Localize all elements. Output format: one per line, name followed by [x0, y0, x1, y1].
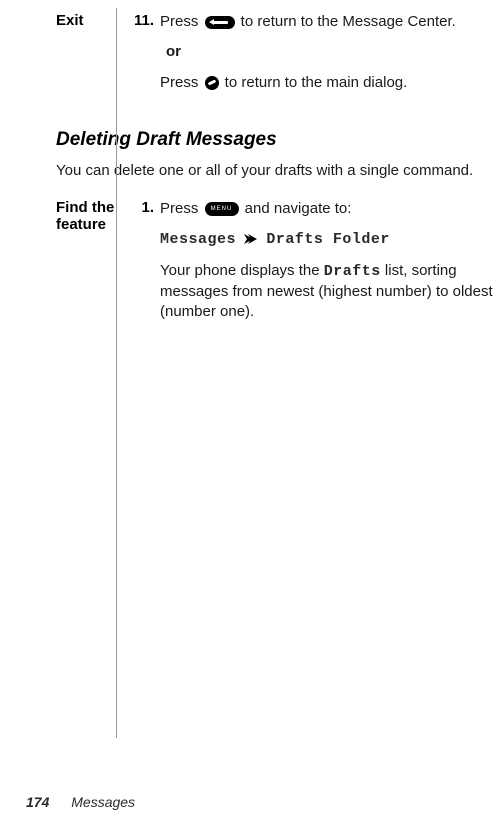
- find-body-a: Your phone displays the: [160, 262, 324, 279]
- vertical-rule: [116, 8, 117, 738]
- page-content: Exit 11. Press to return to the Message …: [0, 0, 504, 332]
- page-number: 174: [26, 794, 49, 810]
- step-number-1: 1.: [132, 199, 160, 332]
- find-line1a: Press: [160, 200, 203, 217]
- find-label-l2: feature: [56, 216, 106, 233]
- step-label-exit: Exit: [56, 12, 132, 103]
- step-label-find: Find the feature: [56, 199, 132, 332]
- step-text-find: Press MENU and navigate to: Messages Dra…: [160, 199, 504, 332]
- nav-path-drafts-folder: Drafts Folder: [266, 231, 390, 248]
- step-exit: Exit 11. Press to return to the Message …: [56, 12, 504, 103]
- step-number-11: 11.: [132, 12, 160, 103]
- find-nav-path: Messages Drafts Folder: [160, 229, 504, 250]
- menu-key-icon: MENU: [205, 202, 239, 216]
- back-key-icon: [205, 16, 235, 29]
- chevron-right-icon: [244, 234, 258, 244]
- exit-line1b: to return to the Message Center.: [237, 13, 456, 30]
- find-line-1: Press MENU and navigate to:: [160, 199, 504, 219]
- exit-or: or: [166, 42, 504, 62]
- exit-line-2: Press to return to the main dialog.: [160, 73, 504, 93]
- step-text-exit: Press to return to the Message Center. o…: [160, 12, 504, 103]
- end-key-icon: [205, 76, 219, 90]
- section-intro: You can delete one or all of your drafts…: [56, 161, 504, 181]
- chapter-name: Messages: [71, 794, 135, 810]
- exit-line2a: Press: [160, 74, 203, 91]
- section-title: Deleting Draft Messages: [56, 129, 504, 151]
- exit-line2b: to return to the main dialog.: [221, 74, 408, 91]
- page-footer: 174 Messages: [26, 794, 135, 810]
- find-body-drafts: Drafts: [324, 263, 381, 280]
- exit-line1a: Press: [160, 13, 203, 30]
- step-find-feature: Find the feature 1. Press MENU and navig…: [56, 199, 504, 332]
- find-line1b: and navigate to:: [241, 200, 352, 217]
- find-body: Your phone displays the Drafts list, sor…: [160, 261, 504, 323]
- find-label-l1: Find the: [56, 199, 114, 216]
- nav-path-messages: Messages: [160, 231, 236, 248]
- exit-line-1: Press to return to the Message Center.: [160, 12, 504, 32]
